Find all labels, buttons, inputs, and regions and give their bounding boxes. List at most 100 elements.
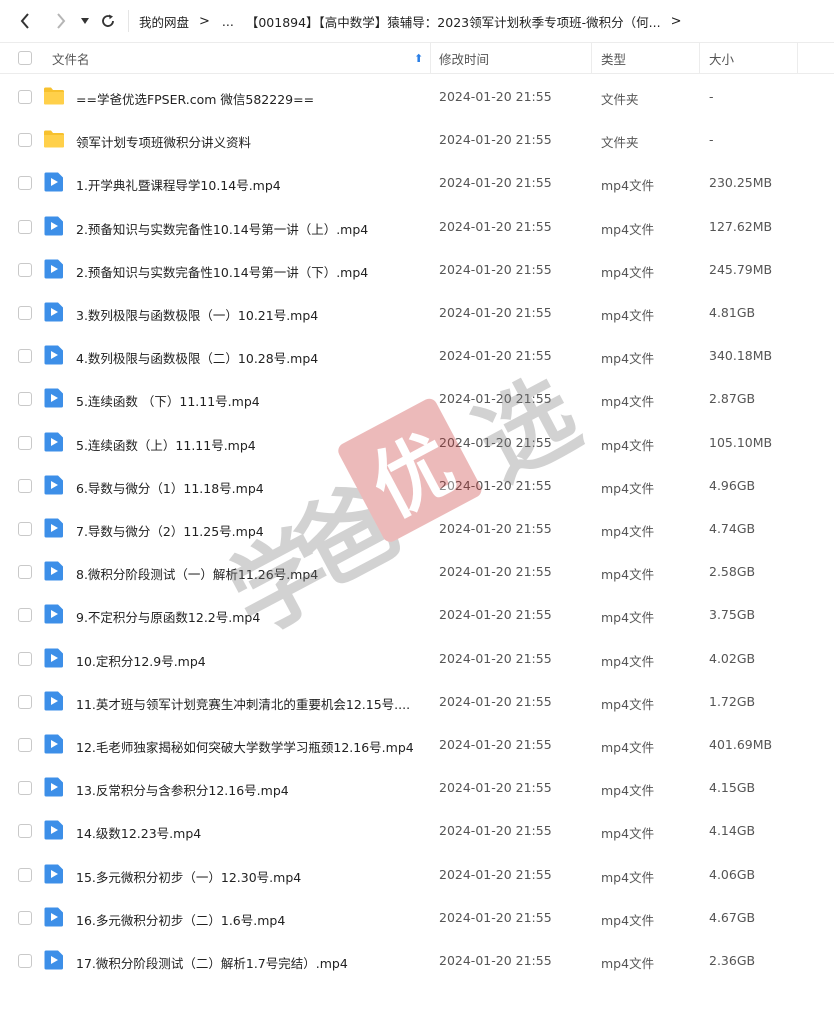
- file-row[interactable]: 8.微积分阶段测试（一）解析11.26号.mp4 2024-01-20 21:55…: [0, 550, 834, 593]
- file-name[interactable]: 5.连续函数 （下）11.11号.mp4: [76, 391, 260, 410]
- column-divider[interactable]: [797, 43, 798, 73]
- file-row[interactable]: 12.毛老师独家揭秘如何突破大学数学学习瓶颈12.16号.mp4 2024-01-…: [0, 723, 834, 766]
- file-row[interactable]: ==学爸优选FPSER.com 微信582229== 2024-01-20 21:…: [0, 75, 834, 118]
- file-name[interactable]: 3.数列极限与函数极限（一）10.21号.mp4: [76, 305, 318, 324]
- breadcrumb-more-icon[interactable]: >: [671, 14, 682, 29]
- file-type: mp4文件: [601, 524, 655, 539]
- file-size: 4.06GB: [709, 866, 756, 882]
- row-checkbox[interactable]: [18, 651, 32, 666]
- row-checkbox[interactable]: [18, 262, 32, 277]
- column-header-size[interactable]: 大小: [709, 49, 734, 68]
- file-name[interactable]: 13.反常积分与含参积分12.16号.mp4: [76, 780, 289, 799]
- file-row[interactable]: 1.开学典礼暨课程导学10.14号.mp4 2024-01-20 21:55 mp4…: [0, 161, 834, 204]
- column-header-name[interactable]: 文件名: [52, 49, 90, 68]
- file-name[interactable]: 2.预备知识与实数完备性10.14号第一讲（上）.mp4: [76, 219, 368, 238]
- file-name[interactable]: 6.导数与微分（1）11.18号.mp4: [76, 478, 264, 497]
- file-name[interactable]: 17.微积分阶段测试（二）解析1.7号完结）.mp4: [76, 953, 348, 972]
- row-checkbox[interactable]: [18, 176, 32, 191]
- row-checkbox[interactable]: [18, 824, 32, 839]
- breadcrumb-current[interactable]: 【001894】【高中数学】猿辅导：2023领军计划秋季专项班-微积分（何...: [246, 12, 661, 31]
- file-size: 4.96GB: [709, 477, 756, 493]
- row-checkbox[interactable]: [18, 694, 32, 709]
- video-file-icon: [44, 518, 63, 538]
- file-row[interactable]: 6.导数与微分（1）11.18号.mp4 2024-01-20 21:55 mp4文…: [0, 464, 834, 507]
- file-name[interactable]: 12.毛老师独家揭秘如何突破大学数学学习瓶颈12.16号.mp4: [76, 737, 414, 756]
- row-checkbox[interactable]: [18, 392, 32, 407]
- file-modified-date: 2024-01-20 21:55: [439, 391, 552, 407]
- forward-button[interactable]: [46, 0, 76, 42]
- file-name[interactable]: 11.英才班与领军计划竞赛生冲刺清北的重要机会12.15号....: [76, 694, 410, 713]
- row-checkbox[interactable]: [18, 306, 32, 320]
- file-row[interactable]: 领军计划专项班微积分讲义资料 2024-01-20 21:55 文件夹 -: [0, 118, 834, 161]
- file-size: -: [709, 132, 714, 148]
- row-checkbox[interactable]: [18, 90, 32, 104]
- file-row[interactable]: 2.预备知识与实数完备性10.14号第一讲（下）.mp4 2024-01-20 2…: [0, 248, 834, 291]
- sort-ascending-icon[interactable]: ⬆: [414, 52, 423, 65]
- file-modified-date: 2024-01-20 21:55: [439, 823, 552, 839]
- select-all-checkbox[interactable]: [18, 51, 32, 65]
- file-row[interactable]: 17.微积分阶段测试（二）解析1.7号完结）.mp4 2024-01-20 21:…: [0, 939, 834, 982]
- breadcrumb-root[interactable]: 我的网盘: [139, 12, 189, 31]
- folder-icon: [44, 87, 64, 105]
- file-size: 4.74GB: [709, 521, 756, 536]
- file-row[interactable]: 5.连续函数 （下）11.11号.mp4 2024-01-20 21:55 mp4文…: [0, 377, 834, 420]
- file-row[interactable]: 4.数列极限与函数极限（二）10.28号.mp4 2024-01-20 21:55…: [0, 334, 834, 377]
- row-checkbox[interactable]: [18, 435, 32, 450]
- breadcrumb-ellipsis[interactable]: ...: [222, 14, 234, 29]
- row-checkbox[interactable]: [18, 608, 32, 623]
- back-button[interactable]: [10, 0, 40, 42]
- file-row[interactable]: 15.多元微积分初步（一）12.30号.mp4 2024-01-20 21:55 m…: [0, 853, 834, 896]
- file-size: 1.72GB: [709, 693, 756, 709]
- row-checkbox[interactable]: [18, 954, 32, 968]
- refresh-button[interactable]: [94, 0, 122, 42]
- row-checkbox[interactable]: [18, 349, 32, 364]
- file-name[interactable]: 14.级数12.23号.mp4: [76, 823, 201, 842]
- row-checkbox[interactable]: [18, 219, 32, 234]
- file-name[interactable]: ==学爸优选FPSER.com 微信582229==: [76, 89, 314, 108]
- file-row[interactable]: 3.数列极限与函数极限（一）10.21号.mp4 2024-01-20 21:55…: [0, 291, 834, 334]
- row-checkbox[interactable]: [18, 867, 32, 882]
- column-header-type[interactable]: 类型: [601, 49, 626, 68]
- file-size: 4.02GB: [709, 650, 756, 666]
- file-name[interactable]: 16.多元微积分初步（二）1.6号.mp4: [76, 910, 285, 929]
- file-type: mp4文件: [601, 740, 655, 755]
- history-dropdown-button[interactable]: [76, 0, 94, 42]
- file-size: 3.75GB: [709, 607, 756, 623]
- file-row[interactable]: 16.多元微积分初步（二）1.6号.mp4 2024-01-20 21:55 mp4…: [0, 896, 834, 939]
- file-row[interactable]: 11.英才班与领军计划竞赛生冲刺清北的重要机会12.15号.... 2024-01…: [0, 680, 834, 723]
- file-row[interactable]: 9.不定积分与原函数12.2号.mp4 2024-01-20 21:55 mp4文件…: [0, 593, 834, 636]
- row-checkbox[interactable]: [18, 910, 32, 925]
- file-name[interactable]: 15.多元微积分初步（一）12.30号.mp4: [76, 867, 301, 886]
- file-name[interactable]: 1.开学典礼暨课程导学10.14号.mp4: [76, 175, 281, 194]
- column-divider[interactable]: [591, 43, 592, 73]
- video-file-icon: [44, 604, 63, 624]
- video-file-icon: [44, 734, 63, 754]
- file-name[interactable]: 10.定积分12.9号.mp4: [76, 651, 206, 670]
- file-row[interactable]: 14.级数12.23号.mp4 2024-01-20 21:55 mp4文件 4.14…: [0, 809, 834, 852]
- video-file-icon: [44, 864, 63, 884]
- file-modified-date: 2024-01-20 21:55: [439, 305, 552, 320]
- file-name[interactable]: 9.不定积分与原函数12.2号.mp4: [76, 607, 260, 626]
- file-name[interactable]: 8.微积分阶段测试（一）解析11.26号.mp4: [76, 564, 318, 583]
- column-divider[interactable]: [430, 43, 431, 73]
- column-divider[interactable]: [699, 43, 700, 73]
- file-modified-date: 2024-01-20 21:55: [439, 477, 552, 493]
- file-row[interactable]: 10.定积分12.9号.mp4 2024-01-20 21:55 mp4文件 4.02…: [0, 637, 834, 680]
- file-name[interactable]: 2.预备知识与实数完备性10.14号第一讲（下）.mp4: [76, 262, 368, 281]
- file-name[interactable]: 领军计划专项班微积分讲义资料: [76, 132, 251, 151]
- row-checkbox[interactable]: [18, 565, 32, 580]
- file-name[interactable]: 4.数列极限与函数极限（二）10.28号.mp4: [76, 348, 318, 367]
- video-file-icon: [44, 777, 63, 797]
- file-row[interactable]: 7.导数与微分（2）11.25号.mp4 2024-01-20 21:55 mp4文…: [0, 507, 834, 550]
- row-checkbox[interactable]: [18, 478, 32, 493]
- file-row[interactable]: 2.预备知识与实数完备性10.14号第一讲（上）.mp4 2024-01-20 2…: [0, 205, 834, 248]
- row-checkbox[interactable]: [18, 522, 32, 536]
- file-name[interactable]: 7.导数与微分（2）11.25号.mp4: [76, 521, 264, 540]
- column-header-date[interactable]: 修改时间: [439, 49, 489, 68]
- row-checkbox[interactable]: [18, 738, 32, 752]
- file-row[interactable]: 5.连续函数（上）11.11号.mp4 2024-01-20 21:55 mp4文件…: [0, 421, 834, 464]
- row-checkbox[interactable]: [18, 133, 32, 148]
- file-row[interactable]: 13.反常积分与含参积分12.16号.mp4 2024-01-20 21:55 mp…: [0, 766, 834, 809]
- row-checkbox[interactable]: [18, 781, 32, 796]
- file-name[interactable]: 5.连续函数（上）11.11号.mp4: [76, 435, 256, 454]
